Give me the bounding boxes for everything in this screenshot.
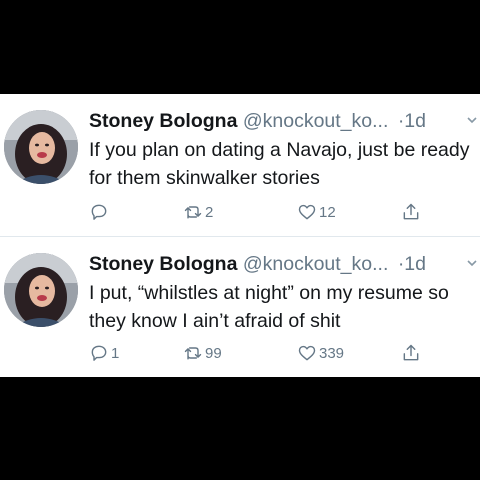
retweet-count: 99 [205,344,222,362]
reply-icon [91,345,107,361]
avatar[interactable] [4,110,78,184]
tweet-1[interactable]: Stoney Bologna @knockout_ko... ·1d If yo… [0,94,480,236]
share-icon [403,344,419,361]
retweet-count: 2 [205,203,214,221]
user-handle[interactable]: @knockout_ko... [243,110,389,132]
tweet-2[interactable]: Stoney Bologna @knockout_ko... ·1d I put… [0,237,480,377]
timestamp[interactable]: ·1d [398,110,426,132]
reply-button[interactable]: 1 [89,341,119,365]
tweet-text: I put, “whilstles at night” on my resume… [89,282,449,332]
tweet-timeline: Stoney Bologna @knockout_ko... ·1d If yo… [0,94,480,377]
user-handle[interactable]: @knockout_ko... [243,253,389,275]
retweet-icon [184,206,202,219]
retweet-icon [184,347,202,360]
display-name[interactable]: Stoney Bologna [89,110,237,132]
like-button[interactable]: 339 [297,341,344,365]
tweet-header: Stoney Bologna @knockout_ko... ·1d [89,251,480,277]
heart-icon [298,204,316,220]
share-button[interactable] [401,200,421,224]
reply-button[interactable] [89,200,111,224]
tweet-actions: 1 99 339 [89,341,429,365]
like-count: 339 [319,344,345,362]
chevron-down-icon[interactable] [466,257,478,269]
chevron-down-icon[interactable] [466,114,478,126]
share-button[interactable] [401,341,421,365]
reply-icon [91,204,107,220]
tweet-actions: 2 12 [89,200,429,224]
retweet-button[interactable]: 99 [183,341,222,365]
reply-count: 1 [111,344,120,362]
avatar[interactable] [4,253,78,327]
timestamp[interactable]: ·1d [398,253,426,275]
like-count: 12 [319,203,336,221]
tweet-text: If you plan on dating a Navajo, just be … [89,139,470,189]
tweet-header: Stoney Bologna @knockout_ko... ·1d [89,108,480,134]
display-name[interactable]: Stoney Bologna [89,253,237,275]
like-button[interactable]: 12 [297,200,336,224]
retweet-button[interactable]: 2 [183,200,213,224]
share-icon [403,203,419,220]
heart-icon [298,345,316,361]
